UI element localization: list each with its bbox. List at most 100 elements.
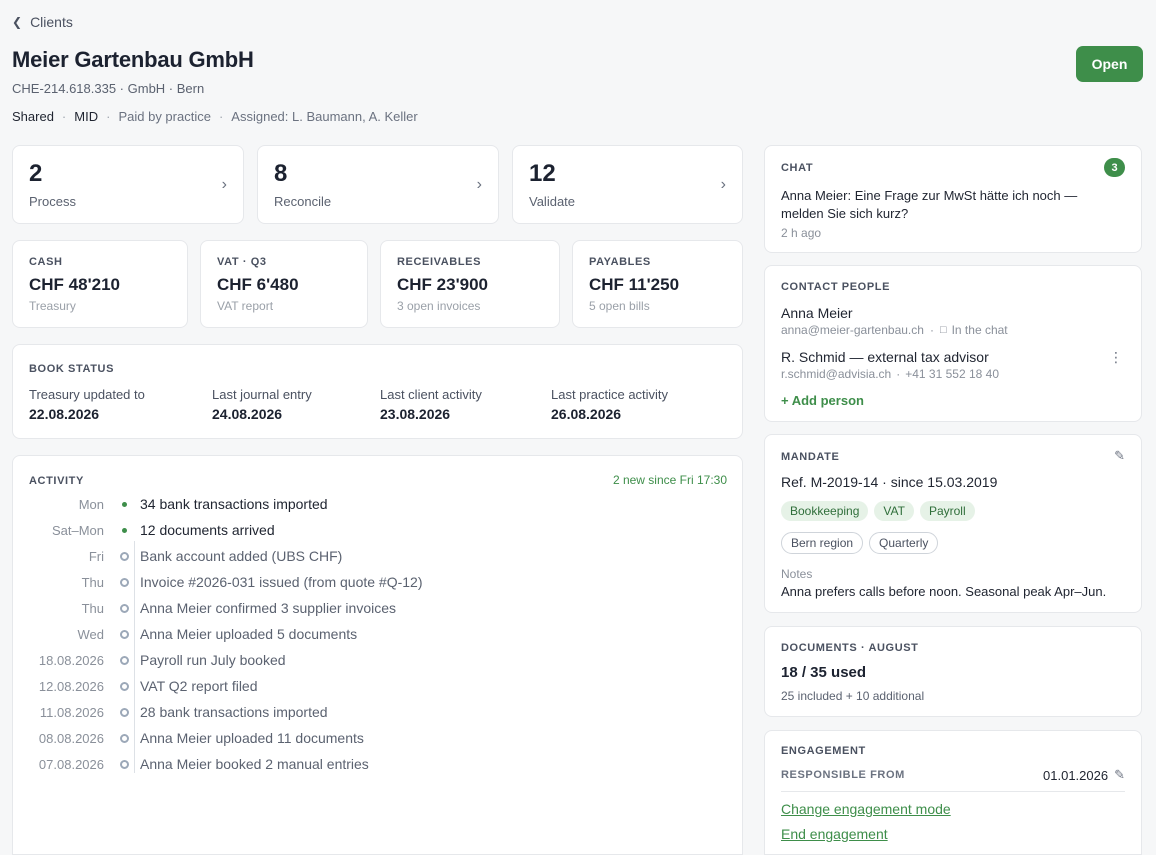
book-status-item: Last practice activity 26.08.2026 (551, 387, 668, 422)
service-pill: VAT (874, 501, 914, 521)
timeline-dot-icon (116, 681, 132, 691)
activity-caption: ACTIVITY (29, 475, 84, 487)
chat-bubble-icon: □ (939, 324, 947, 336)
activity-date: Mon (78, 496, 104, 512)
kpi-cash[interactable]: CASH CHF 48'210 Treasury (12, 240, 188, 328)
activity-row: Sat–Mon 12 documents arrived (12, 517, 743, 543)
open-button[interactable]: Open (1076, 46, 1143, 82)
book-status-label: Last practice activity (551, 387, 669, 402)
documents-detail: 25 included + 10 additional (781, 689, 925, 703)
book-status-card: BOOK STATUS Treasury updated to 22.08.20… (12, 344, 743, 439)
kpi-caption: RECEIVABLES (397, 256, 482, 268)
responsible-from-date: 01.01.2026 (1043, 767, 1109, 783)
activity-text: 12 documents arrived (140, 522, 275, 538)
activity-date: Thu (81, 574, 104, 590)
change-engagement-link[interactable]: Change engagement mode (781, 801, 951, 817)
activity-row: 07.08.2026 Anna Meier booked 2 manual ent… (12, 751, 743, 777)
client-meta: Shared · MID · Paid by practice · Assign… (12, 109, 418, 124)
edit-pencil-icon[interactable]: ✎ (1114, 448, 1125, 464)
notes-label: Notes (781, 567, 813, 581)
activity-text: Invoice #2026-031 issued (from quote #Q-… (140, 574, 423, 590)
more-vertical-icon[interactable]: ⋮ (1109, 349, 1123, 366)
timeline-dot-icon (116, 733, 132, 743)
documents-caption: DOCUMENTS · AUGUST (781, 642, 919, 654)
activity-text: Bank account added (UBS CHF) (140, 548, 343, 564)
book-status-caption: BOOK STATUS (29, 363, 115, 375)
book-status-label: Last journal entry (212, 387, 312, 402)
meta-shared: Shared (12, 109, 54, 124)
divider (781, 791, 1125, 792)
contact-name: R. Schmid — external tax advisor (781, 349, 989, 365)
kpi-sub: 3 open invoices (397, 299, 481, 313)
kpi-sub: 5 open bills (589, 299, 650, 313)
book-status-value: 23.08.2026 (380, 406, 451, 422)
service-pill: Bookkeeping (781, 501, 869, 521)
mandate-ref: Ref. M-2019-14 · since 15.03.2019 (781, 474, 998, 490)
metric-validate[interactable]: 12 Validate › (512, 145, 743, 224)
metric-label: Validate (529, 194, 576, 209)
chat-caption: CHAT (781, 162, 814, 174)
metric-reconcile[interactable]: 8 Reconcile › (257, 145, 499, 224)
activity-row: Mon 34 bank transactions imported (12, 491, 743, 517)
add-person-button[interactable]: + Add person (781, 393, 864, 408)
chat-card[interactable]: CHAT 3 Anna Meier: Eine Frage zur MwSt h… (764, 145, 1142, 253)
activity-date: Wed (77, 626, 105, 642)
tag-pill: Bern region (781, 532, 864, 554)
contact-phone[interactable]: +41 31 552 18 40 (905, 367, 999, 381)
mandate-services: Bookkeeping VAT Payroll (781, 501, 981, 521)
notes-text: Anna prefers calls before noon. Seasonal… (781, 584, 1107, 599)
book-status-value: 26.08.2026 (551, 406, 622, 422)
activity-date: Sat–Mon (51, 522, 104, 538)
contact-email[interactable]: r.schmid@advisia.ch (781, 367, 891, 381)
timeline-dot-icon (116, 603, 132, 613)
edit-pencil-icon[interactable]: ✎ (1114, 767, 1125, 783)
timeline-dot-icon (116, 577, 132, 587)
chat-unread-badge: 3 (1104, 158, 1125, 177)
activity-row: Wed Anna Meier uploaded 5 documents (12, 621, 743, 647)
kpi-sub: Treasury (29, 299, 76, 313)
timeline-dot-icon (116, 629, 132, 639)
chevron-right-icon: › (476, 176, 482, 193)
timeline-dot-icon (116, 707, 132, 717)
contact-email[interactable]: anna@meier-gartenbau.ch (781, 323, 924, 337)
kpi-value: CHF 6'480 (217, 275, 299, 294)
activity-list: Mon 34 bank transactions imported Sat–Mon 1… (12, 491, 743, 781)
activity-row: 08.08.2026 Anna Meier uploaded 11 documen… (12, 725, 743, 751)
activity-text: Payroll run July booked (140, 652, 286, 668)
activity-date: 18.08.2026 (38, 652, 104, 668)
service-pill: Payroll (919, 501, 975, 521)
metric-label: Process (29, 194, 76, 209)
documents-card: DOCUMENTS · AUGUST 18 / 35 used 25 inclu… (764, 626, 1142, 717)
contacts-caption: CONTACT PEOPLE (781, 281, 891, 293)
kpi-sub: VAT report (217, 299, 274, 313)
book-status-label: Treasury updated to (29, 387, 145, 402)
activity-new-since: 2 new since Fri 17:30 (612, 473, 727, 487)
book-status-value: 22.08.2026 (29, 406, 100, 422)
activity-text: Anna Meier confirmed 3 supplier invoices (140, 600, 397, 616)
timeline-dot-icon (116, 655, 132, 665)
contacts-card: CONTACT PEOPLE Anna Meier anna@meier-gar… (764, 265, 1142, 422)
contact-details: r.schmid@advisia.ch · +41 31 552 18 40 (781, 367, 999, 381)
new-dot-icon (116, 527, 132, 533)
kpi-payables[interactable]: PAYABLES CHF 11'250 5 open bills (572, 240, 743, 328)
chat-message: Anna Meier: Eine Frage zur MwSt hätte ic… (781, 188, 1078, 221)
activity-row: Thu Anna Meier confirmed 3 supplier invoi… (12, 595, 743, 621)
metric-process[interactable]: 2 Process › (12, 145, 244, 224)
activity-row: 18.08.2026 Payroll run July booked (12, 647, 743, 673)
chevron-right-icon: › (221, 176, 227, 193)
kpi-caption: CASH (29, 256, 63, 268)
activity-date: 07.08.2026 (38, 756, 104, 772)
timeline-dot-icon (116, 759, 132, 769)
responsible-from-label: RESPONSIBLE FROM (781, 769, 905, 781)
book-status-item: Treasury updated to 22.08.2026 (29, 387, 145, 422)
activity-date: Thu (81, 600, 104, 616)
kpi-receivables[interactable]: RECEIVABLES CHF 23'900 3 open invoices (380, 240, 560, 328)
kpi-vat[interactable]: VAT · Q3 CHF 6'480 VAT report (200, 240, 368, 328)
activity-date: 08.08.2026 (38, 730, 104, 746)
back-link[interactable]: ❮ Clients (12, 14, 73, 30)
timeline-dot-icon (116, 551, 132, 561)
end-engagement-link[interactable]: End engagement (781, 826, 888, 842)
engagement-card: ENGAGEMENT RESPONSIBLE FROM 01.01.2026 ✎… (764, 730, 1142, 855)
kpi-caption: VAT · Q3 (217, 256, 267, 268)
chevron-left-icon: ❮ (12, 15, 23, 29)
